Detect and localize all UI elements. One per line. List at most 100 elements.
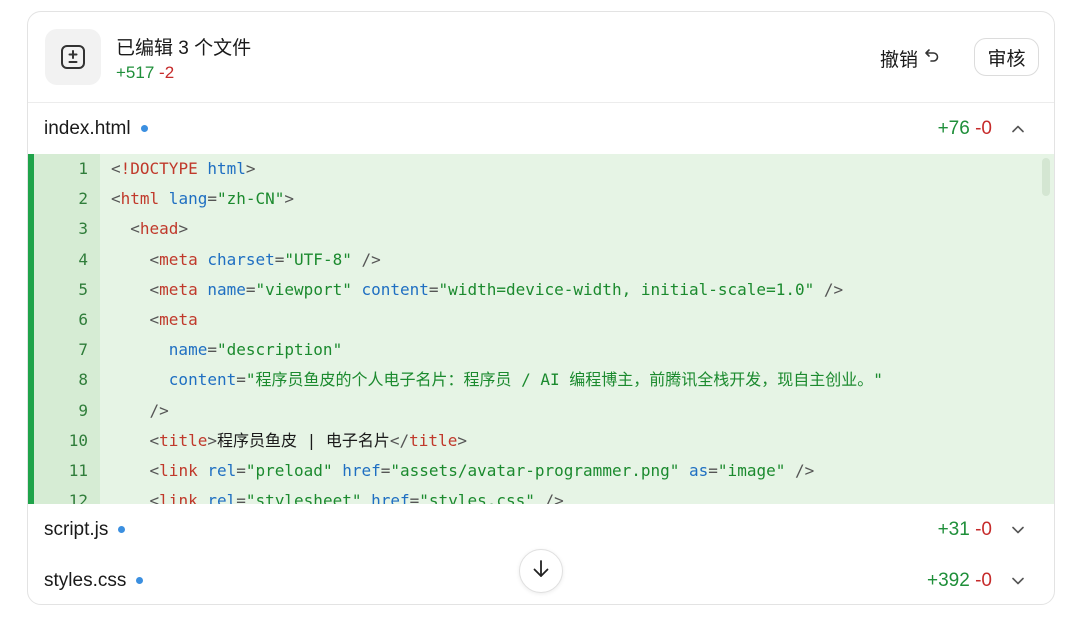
code-token: > — [178, 219, 189, 239]
code-token: < — [111, 430, 160, 450]
code-token: "styles.css" — [419, 491, 535, 504]
code-line: 1 <!DOCTYPE html> — [28, 154, 1054, 184]
scrollbar[interactable] — [1042, 158, 1050, 196]
undo-label: 撤销 — [880, 49, 919, 71]
file-lines-added: +31 — [937, 518, 970, 540]
file-name: styles.css — [44, 569, 127, 591]
code-token: "description" — [216, 340, 343, 360]
code-token: < — [111, 189, 121, 209]
code-token: = — [207, 189, 217, 209]
code-token: "assets/avatar-programmer.png" — [390, 461, 680, 480]
file-lines-removed: -0 — [975, 117, 992, 139]
code-line: 6 <meta — [28, 305, 1054, 335]
code-token: !DOCTYPE — [120, 159, 198, 178]
code-token: rel — [197, 461, 237, 480]
code-text: <link rel="stylesheet" href="styles.css"… — [111, 486, 564, 504]
modified-dot — [136, 577, 144, 584]
chevron-down-icon[interactable] — [1010, 522, 1026, 538]
code-token: /> — [534, 491, 564, 504]
code-token: name — [197, 279, 246, 299]
code-text: content="程序员鱼皮的个人电子名片：程序员 / AI 编程博主，前腾讯全… — [111, 365, 883, 395]
code-text: <meta — [111, 305, 198, 335]
code-token: meta — [159, 249, 198, 269]
code-token: rel — [197, 491, 237, 504]
code-token: < — [111, 310, 160, 329]
file-row-index-html[interactable]: index.html +76 -0 — [28, 103, 1054, 154]
code-token: < — [111, 461, 160, 480]
line-number: 2 — [78, 189, 88, 209]
chevron-up-icon[interactable] — [1010, 121, 1026, 137]
modified-dot — [140, 125, 148, 132]
changes-summary: +517 -2 — [116, 63, 174, 83]
code-line: 11 <link rel="preload" href="assets/avat… — [28, 456, 1054, 486]
code-token: < — [111, 159, 121, 178]
line-number: 10 — [68, 430, 88, 450]
code-token: "preload" — [245, 461, 333, 480]
code-token: /> — [351, 249, 381, 269]
code-token: = — [245, 279, 256, 299]
code-token: = — [274, 249, 285, 269]
code-token: title — [409, 430, 458, 450]
code-token: </ — [389, 430, 410, 450]
code-token: > — [207, 430, 217, 450]
code-token: html — [197, 159, 246, 178]
code-token: lang — [159, 189, 208, 209]
code-token: "UTF-8" — [284, 249, 352, 269]
code-token: "zh-CN" — [216, 189, 285, 209]
code-token: = — [207, 340, 217, 360]
code-token: < — [111, 279, 160, 299]
code-token: < — [111, 219, 140, 239]
lines-added: +517 — [116, 63, 155, 82]
code-token: < — [111, 249, 160, 269]
code-text: <title>程序员鱼皮 | 电子名片</title> — [111, 426, 467, 456]
code-token: as — [679, 461, 709, 480]
code-token: = — [380, 461, 391, 480]
line-number: 3 — [78, 219, 88, 239]
file-name: script.js — [44, 518, 109, 540]
code-text: <meta charset="UTF-8" /> — [111, 245, 381, 275]
line-number: 9 — [78, 400, 88, 420]
code-line: 2 <html lang="zh-CN"> — [28, 184, 1054, 214]
arrow-down-icon — [530, 558, 552, 585]
file-name: index.html — [44, 117, 131, 139]
line-number: 8 — [78, 370, 88, 390]
file-lines-removed: -0 — [975, 569, 992, 591]
code-token: < — [111, 491, 160, 504]
line-number: 5 — [78, 279, 88, 299]
review-button[interactable]: 审核 — [974, 38, 1039, 76]
file-stats: +392 -0 — [927, 570, 992, 592]
code-line: 9 /> — [28, 396, 1054, 426]
undo-button[interactable]: 撤销 — [880, 42, 940, 74]
code-token: "stylesheet" — [245, 491, 362, 504]
code-line: 10 <title>程序员鱼皮 | 电子名片</title> — [28, 426, 1054, 456]
code-token: = — [428, 279, 439, 299]
line-number: 11 — [68, 461, 88, 480]
chevron-down-icon[interactable] — [1010, 573, 1026, 589]
code-token: /> — [814, 279, 844, 299]
code-token: content — [351, 279, 429, 299]
file-lines-added: +392 — [927, 569, 970, 591]
line-number: 6 — [78, 310, 88, 329]
line-number: 1 — [78, 159, 88, 178]
code-text: name="description" — [111, 335, 342, 365]
code-diff: 1 <!DOCTYPE html> 2 <html lang="zh-CN"> 3 <h… — [28, 154, 1054, 504]
diff-icon — [45, 29, 101, 85]
lines-removed: -2 — [159, 63, 175, 82]
code-token: link — [159, 461, 198, 480]
file-row-script-js[interactable]: script.js +31 -0 — [28, 504, 1054, 555]
code-token: > — [245, 159, 256, 178]
code-text: <link rel="preload" href="assets/avatar-… — [111, 456, 815, 486]
changes-header: 已编辑 3 个文件 +517 -2 撤销 审核 — [28, 12, 1054, 103]
code-token: href — [332, 461, 381, 480]
changes-title: 已编辑 3 个文件 — [116, 38, 252, 59]
code-token: link — [159, 491, 198, 504]
file-lines-added: +76 — [937, 117, 970, 139]
code-token: > — [284, 189, 295, 209]
code-text: <head> — [111, 214, 188, 244]
code-token: 程序员鱼皮 | 电子名片 — [216, 430, 390, 450]
scroll-down-button[interactable] — [519, 549, 563, 593]
code-token: meta — [159, 310, 198, 329]
code-token: = — [236, 370, 246, 390]
code-token: = — [236, 491, 246, 504]
code-token: "image" — [717, 461, 786, 480]
